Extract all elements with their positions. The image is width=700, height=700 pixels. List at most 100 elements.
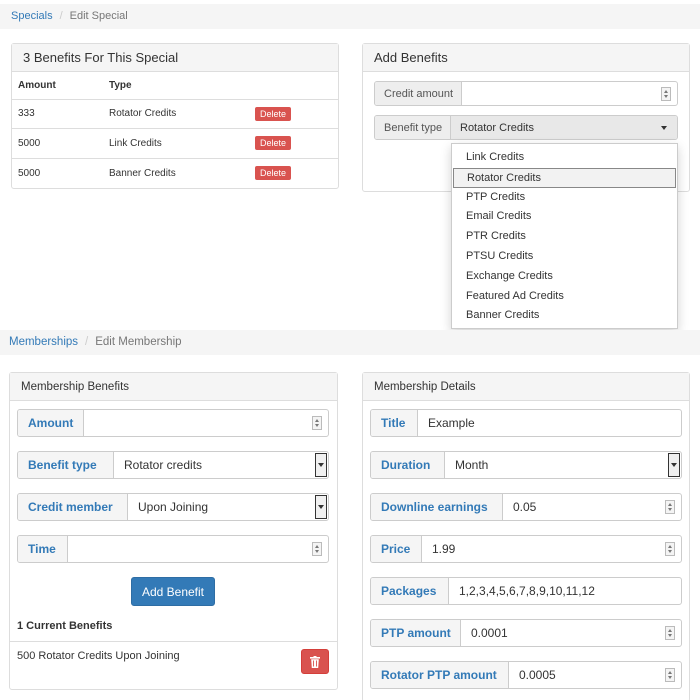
- row-type: Rotator Credits: [103, 99, 249, 129]
- price-label: Price: [371, 536, 422, 562]
- rotator-ptp-amount-group: Rotator PTP amount 0.0005: [370, 661, 682, 689]
- time-group: Time: [17, 535, 329, 563]
- dropdown-option-link-credits[interactable]: Link Credits: [452, 148, 677, 168]
- credit-member-value: Upon Joining: [138, 500, 209, 514]
- number-spinner-icon[interactable]: [665, 542, 675, 556]
- credit-member-label: Credit member: [18, 494, 128, 520]
- chevron-down-icon[interactable]: [315, 453, 327, 477]
- packages-label: Packages: [371, 578, 449, 604]
- benefits-table: Amount Type 333 Rotator Credits Delete 5…: [12, 72, 338, 188]
- time-input[interactable]: [68, 536, 328, 562]
- benefit-type-label: Benefit type: [18, 452, 114, 478]
- dropdown-option-rotator-credits[interactable]: Rotator Credits: [453, 167, 676, 188]
- benefit-type-group: Benefit type Rotator Credits: [374, 115, 678, 140]
- rotator-ptp-amount-value: 0.0005: [519, 668, 556, 682]
- breadcrumb-current: Edit Special: [69, 10, 128, 22]
- title-value: Example: [428, 416, 475, 430]
- duration-label: Duration: [371, 452, 445, 478]
- amount-group: Amount: [17, 409, 329, 437]
- dropdown-option-exchange-credits[interactable]: Exchange Credits: [452, 267, 677, 287]
- dropdown-option-banner-credits[interactable]: Banner Credits: [452, 306, 677, 326]
- dropdown-option-email-credits[interactable]: Email Credits: [452, 207, 677, 227]
- duration-group: Duration Month: [370, 451, 682, 479]
- row-amount: 5000: [18, 167, 41, 179]
- title-group: Title Example: [370, 409, 682, 437]
- dropdown-option-ptp-credits[interactable]: PTP Credits: [452, 188, 677, 208]
- breadcrumb-link-memberships[interactable]: Memberships: [9, 336, 78, 348]
- credit-member-group: Credit member Upon Joining: [17, 493, 329, 521]
- downline-earnings-value: 0.05: [513, 500, 537, 514]
- dropdown-option-ptsu-credits[interactable]: PTSU Credits: [452, 247, 677, 267]
- row-amount: 5000: [12, 128, 103, 159]
- delete-button[interactable]: Delete: [255, 166, 292, 180]
- table-row: 5000 Link Credits Delete: [12, 128, 338, 159]
- downline-earnings-label: Downline earnings: [371, 494, 503, 520]
- credit-amount-group: Credit amount: [374, 81, 678, 106]
- rotator-ptp-amount-label: Rotator PTP amount: [371, 662, 509, 688]
- dropdown-option-ptr-credits[interactable]: PTR Credits: [452, 227, 677, 247]
- delete-current-benefit-button[interactable]: [301, 649, 329, 674]
- credit-amount-input[interactable]: [462, 82, 677, 105]
- ptp-amount-input[interactable]: 0.0001: [461, 620, 681, 646]
- breadcrumb-current: Edit Membership: [95, 336, 182, 348]
- panel-title: Membership Details: [363, 373, 689, 401]
- benefit-type-select[interactable]: Rotator Credits: [451, 116, 677, 139]
- table-row: 5000 Banner Credits Delete: [12, 158, 338, 188]
- current-benefit-item: 500 Rotator Credits Upon Joining: [17, 650, 180, 662]
- ptp-amount-group: PTP amount 0.0001: [370, 619, 682, 647]
- delete-button[interactable]: Delete: [255, 136, 292, 151]
- column-actions: [249, 72, 338, 100]
- benefit-type-value: Rotator credits: [124, 458, 203, 472]
- downline-earnings-group: Downline earnings 0.05: [370, 493, 682, 521]
- row-amount: 333: [12, 99, 103, 129]
- breadcrumb-link-specials[interactable]: Specials: [11, 10, 53, 22]
- rotator-ptp-amount-input[interactable]: 0.0005: [509, 662, 681, 688]
- number-spinner-icon[interactable]: [665, 626, 675, 640]
- chevron-down-icon[interactable]: [668, 453, 680, 477]
- chevron-down-icon: [661, 125, 667, 130]
- benefit-type-label: Benefit type: [375, 116, 451, 139]
- breadcrumb-specials: Specials / Edit Special: [0, 4, 700, 29]
- number-spinner-icon[interactable]: [661, 86, 671, 101]
- column-type: Type: [103, 72, 249, 100]
- price-group: Price 1.99: [370, 535, 682, 563]
- downline-earnings-input[interactable]: 0.05: [503, 494, 681, 520]
- price-input[interactable]: 1.99: [422, 536, 681, 562]
- duration-select[interactable]: Month: [445, 452, 681, 478]
- title-label: Title: [371, 410, 418, 436]
- table-row: 333 Rotator Credits Delete: [12, 99, 338, 129]
- credit-member-select[interactable]: Upon Joining: [128, 494, 328, 520]
- table-header-row: Amount Type: [12, 72, 338, 100]
- title-input[interactable]: Example: [418, 410, 681, 436]
- breadcrumb-separator: /: [59, 10, 63, 22]
- packages-group: Packages 1,2,3,4,5,6,7,8,9,10,11,12: [370, 577, 682, 605]
- ptp-amount-label: PTP amount: [371, 620, 461, 646]
- benefit-type-select[interactable]: Rotator credits: [114, 452, 328, 478]
- trash-icon: [310, 655, 320, 668]
- panel-title: 3 Benefits For This Special: [12, 44, 338, 72]
- amount-input[interactable]: [84, 410, 328, 436]
- row-type: Link Credits: [103, 128, 249, 159]
- divider: [10, 641, 337, 642]
- amount-label: Amount: [18, 410, 84, 436]
- duration-value: Month: [455, 458, 489, 472]
- packages-value: 1,2,3,4,5,6,7,8,9,10,11,12: [459, 584, 595, 598]
- chevron-down-icon[interactable]: [315, 495, 327, 519]
- number-spinner-icon[interactable]: [665, 668, 675, 682]
- delete-button[interactable]: Delete: [255, 106, 292, 121]
- number-spinner-icon[interactable]: [665, 500, 675, 514]
- number-spinner-icon[interactable]: [312, 416, 322, 430]
- panel-title: Add Benefits: [363, 44, 689, 72]
- credit-amount-label: Credit amount: [375, 82, 462, 105]
- add-benefit-button[interactable]: Add Benefit: [131, 577, 215, 606]
- current-benefits-heading: 1 Current Benefits: [17, 620, 113, 632]
- benefit-type-group: Benefit type Rotator credits: [17, 451, 329, 479]
- breadcrumb-separator: /: [85, 336, 89, 348]
- row-type: Banner Credits: [109, 167, 176, 179]
- breadcrumb-memberships: Memberships / Edit Membership: [0, 330, 700, 355]
- dropdown-option-featured-ad-credits[interactable]: Featured Ad Credits: [452, 287, 677, 307]
- time-label: Time: [18, 536, 68, 562]
- number-spinner-icon[interactable]: [312, 542, 322, 556]
- packages-input[interactable]: 1,2,3,4,5,6,7,8,9,10,11,12: [449, 578, 681, 604]
- benefit-type-dropdown: Link Credits Rotator Credits PTP Credits…: [451, 143, 678, 329]
